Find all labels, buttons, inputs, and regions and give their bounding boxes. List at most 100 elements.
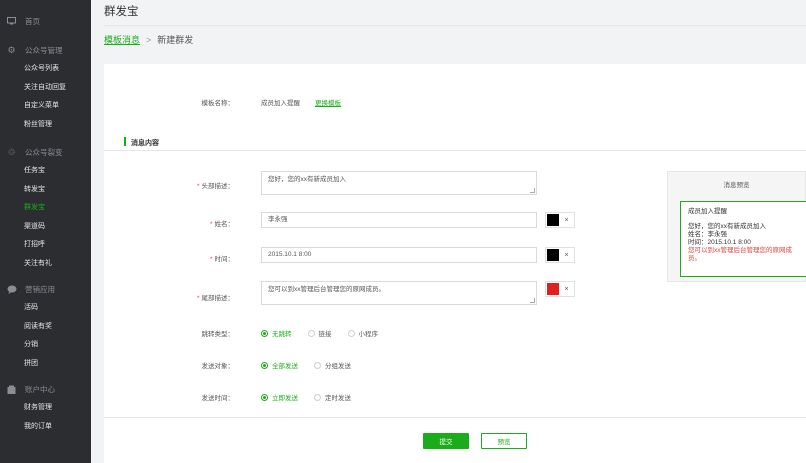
radio-mini-program[interactable]: 小程序 <box>347 328 378 338</box>
sidebar-item-greeting[interactable]: 打招呼 <box>0 235 91 254</box>
sidebar-item-label: 打招呼 <box>24 241 45 249</box>
main-content: 群发宝 模板消息 > 新建群发 模板名称： 成员加入提醒 更换模板 消息内容 *… <box>91 0 806 463</box>
header-desc-value: 您好，您的xx有新成员加入 <box>268 176 346 183</box>
sidebar-item-auto-reply[interactable]: 关注自动回复 <box>0 78 91 97</box>
radio-link[interactable]: 链接 <box>307 328 332 338</box>
radio-dot[interactable] <box>261 393 268 401</box>
required-mark: * <box>209 221 213 228</box>
monitor-icon <box>6 16 17 27</box>
sidebar-item-label: 活码 <box>24 304 38 312</box>
sidebar-item-label: 群发宝 <box>24 204 45 212</box>
sidebar-item-account-list[interactable]: 公众号列表 <box>0 59 91 78</box>
radio-label: 定时发送 <box>325 395 351 402</box>
sidebar-item-fans[interactable]: 粉丝管理 <box>0 115 91 134</box>
radio-dot[interactable] <box>261 361 268 369</box>
breadcrumb-link-templates[interactable]: 模板消息 <box>104 33 140 46</box>
radio-dot[interactable] <box>314 361 321 369</box>
template-label: 模板名称： <box>201 100 235 107</box>
resize-handle[interactable] <box>530 298 535 303</box>
recycle-icon: ♲ <box>7 146 16 157</box>
footer-color-picker[interactable]: × <box>545 281 575 297</box>
radio-send-group[interactable]: 分组发送 <box>314 360 351 370</box>
preview-card-title: 成员加入提醒 <box>688 208 727 215</box>
section-title: 消息内容 <box>131 140 159 147</box>
sidebar-group-label: 营销应用 <box>25 284 55 294</box>
label-text: 头部描述： <box>201 183 235 190</box>
sidebar-item-finance[interactable]: 财务管理 <box>0 398 91 417</box>
radio-label: 全部发送 <box>272 363 298 370</box>
template-name: 成员加入提醒 <box>261 100 300 107</box>
footer-divider <box>104 417 806 418</box>
sidebar-group-label: 公众号管理 <box>25 45 63 55</box>
sidebar-group-label: 首页 <box>25 16 40 26</box>
sidebar-group-account-center[interactable]: 账户中心 <box>0 380 91 398</box>
sidebar-item-label: 我的订单 <box>24 422 52 430</box>
sidebar-item-label: 公众号列表 <box>24 65 59 73</box>
sidebar-group-marketing[interactable]: 营销应用 <box>0 280 91 298</box>
sidebar-item-forward[interactable]: 转发宝 <box>0 180 91 199</box>
sidebar-item-mass-send[interactable]: 群发宝 <box>0 198 91 217</box>
time-value: 2015.10.1 8:00 <box>268 251 312 258</box>
sidebar-item-orders[interactable]: 我的订单 <box>0 417 91 436</box>
sidebar-item-label: 分销 <box>24 341 38 349</box>
radio-dot[interactable] <box>307 329 315 337</box>
name-color-picker[interactable]: × <box>545 212 575 228</box>
sidebar-group-account-mgmt[interactable]: ⚙ 公众号管理 <box>0 41 91 59</box>
submit-button[interactable]: 提交 <box>423 433 469 449</box>
color-swatch[interactable] <box>547 249 559 261</box>
radio-label: 链接 <box>318 331 332 338</box>
label-text: 时间： <box>214 256 235 263</box>
radio-dot[interactable] <box>314 393 321 401</box>
label-text: 尾部描述： <box>201 295 235 302</box>
radio-send-all[interactable]: 全部发送 <box>261 360 298 370</box>
sidebar-item-group-buy[interactable]: 拼团 <box>0 354 91 373</box>
radio-send-now[interactable]: 立即发送 <box>261 392 298 402</box>
radio-dot[interactable] <box>261 329 268 337</box>
name-label: * 姓名： <box>104 218 234 228</box>
gear-icon: ⚙ <box>7 44 16 55</box>
sidebar-item-channel-code[interactable]: 渠道码 <box>0 217 91 236</box>
preview-line-header: 您好，您的xx有新成员加入 <box>688 223 766 230</box>
clear-color-icon[interactable]: × <box>559 286 574 293</box>
resize-handle[interactable] <box>530 188 535 193</box>
preview-button[interactable]: 预览 <box>481 433 527 449</box>
sidebar-group-fission[interactable]: ♲ 公众号裂变 <box>0 143 91 161</box>
preview-card: 成员加入提醒 您好，您的xx有新成员加入 姓名：李永强 时间：2015.10.1… <box>680 201 806 277</box>
preview-line-time: 时间：2015.10.1 8:00 <box>688 239 751 246</box>
required-mark: * <box>209 256 213 263</box>
sidebar: 首页 ⚙ 公众号管理 公众号列表 关注自动回复 自定义菜单 粉丝管理 ♲ 公众号… <box>0 0 91 463</box>
change-template-link[interactable]: 更换模板 <box>315 97 341 107</box>
sidebar-item-custom-menu[interactable]: 自定义菜单 <box>0 96 91 115</box>
sidebar-group-home[interactable]: 首页 <box>0 12 91 30</box>
sidebar-item-task[interactable]: 任务宝 <box>0 161 91 180</box>
color-swatch[interactable] <box>547 283 559 295</box>
footer-desc-textarea[interactable]: 您可以到xx管理后台管理您的原网成员。 <box>261 281 537 305</box>
send-target-radios: 全部发送 分组发送 <box>261 360 367 370</box>
sidebar-item-live-code[interactable]: 活码 <box>0 298 91 317</box>
send-target-label: 发送对象： <box>201 363 235 370</box>
radio-no-jump[interactable]: 无跳转 <box>261 328 292 338</box>
sidebar-item-follow-gift[interactable]: 关注有礼 <box>0 254 91 273</box>
preview-title: 消息预览 <box>723 182 750 189</box>
sidebar-item-distribution[interactable]: 分销 <box>0 335 91 354</box>
name-value: 李永强 <box>268 216 288 223</box>
sidebar-item-read-reward[interactable]: 阅读有奖 <box>0 317 91 336</box>
header-desc-textarea[interactable]: 您好，您的xx有新成员加入 <box>261 171 537 195</box>
jump-type-radios: 无跳转 链接 小程序 <box>261 328 394 338</box>
radio-dot[interactable] <box>347 329 355 337</box>
clear-color-icon[interactable]: × <box>559 217 574 224</box>
name-input[interactable]: 李永强 <box>261 212 537 228</box>
sidebar-item-label: 财务管理 <box>24 404 52 412</box>
radio-send-scheduled[interactable]: 定时发送 <box>314 392 351 402</box>
radio-label: 立即发送 <box>272 395 298 402</box>
time-input[interactable]: 2015.10.1 8:00 <box>261 247 537 263</box>
time-color-picker[interactable]: × <box>545 247 575 263</box>
clear-color-icon[interactable]: × <box>559 252 574 259</box>
color-swatch[interactable] <box>547 214 559 226</box>
message-preview-panel: 消息预览 成员加入提醒 您好，您的xx有新成员加入 姓名：李永强 时间：2015… <box>667 171 806 282</box>
chat-icon <box>6 284 17 295</box>
building-icon <box>6 384 17 395</box>
sidebar-item-label: 阅读有奖 <box>24 322 52 330</box>
send-time-radios: 立即发送 定时发送 <box>261 392 367 402</box>
sidebar-group-label: 公众号裂变 <box>25 147 63 157</box>
